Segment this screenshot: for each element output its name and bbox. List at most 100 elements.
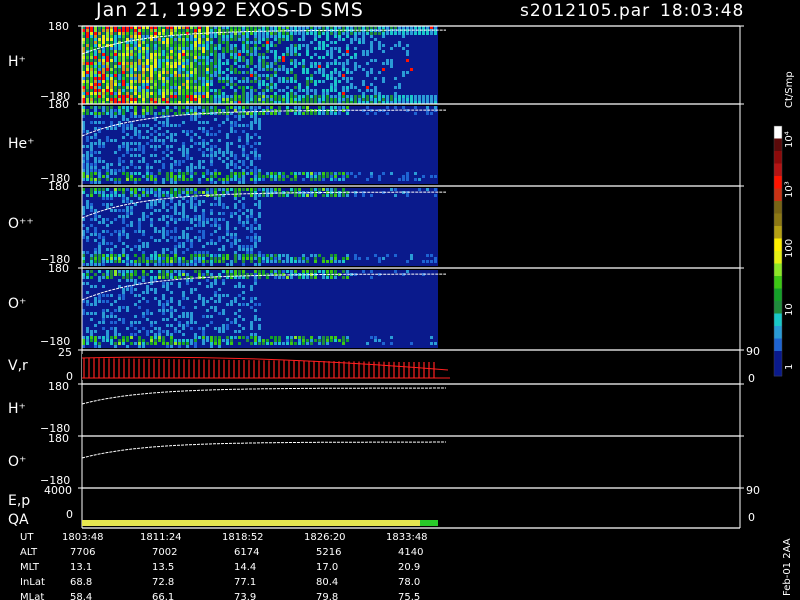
- heatmap-cell: [242, 98, 245, 101]
- heatmap-cell: [274, 59, 277, 62]
- heatmap-cell: [130, 288, 133, 291]
- heatmap-cell: [330, 83, 333, 86]
- heatmap-cell: [118, 86, 121, 89]
- heatmap-cell: [98, 321, 101, 324]
- heatmap-cell: [290, 62, 293, 65]
- heatmap-cell: [114, 321, 117, 324]
- heatmap-cell: [342, 194, 345, 197]
- heatmap-cell: [370, 41, 373, 44]
- heatmap-cell: [254, 77, 257, 80]
- heatmap-cell: [302, 106, 305, 109]
- heatmap-cell: [374, 336, 377, 339]
- heatmap-cell: [254, 32, 257, 35]
- heatmap-cell: [202, 47, 205, 50]
- heatmap-cell: [322, 112, 325, 115]
- heatmap-cell: [170, 166, 173, 169]
- heatmap-cell: [250, 321, 253, 324]
- heatmap-cell: [194, 342, 197, 345]
- heatmap-cell: [198, 29, 201, 32]
- heatmap-cell: [178, 163, 181, 166]
- heatmap-cell: [290, 98, 293, 101]
- heatmap-cell: [206, 44, 209, 47]
- heatmap-cell: [190, 50, 193, 53]
- heatmap-cell: [90, 233, 93, 236]
- heatmap-cell: [238, 50, 241, 53]
- heatmap-cell: [158, 74, 161, 77]
- heatmap-cell: [214, 300, 217, 303]
- heatmap-cell: [126, 124, 129, 127]
- heatmap-cell: [290, 257, 293, 260]
- heatmap-cell: [154, 38, 157, 41]
- heatmap-cell: [234, 157, 237, 160]
- heatmap-cell: [150, 80, 153, 83]
- heatmap-cell: [306, 80, 309, 83]
- heatmap-cell: [182, 160, 185, 163]
- colorbar-swatch: [774, 351, 782, 364]
- heatmap-cell: [250, 50, 253, 53]
- heatmap-cell: [222, 80, 225, 83]
- heatmap-cell: [118, 254, 121, 257]
- heatmap-cell: [270, 50, 273, 53]
- heatmap-cell: [134, 342, 137, 345]
- heatmap-cell: [238, 270, 241, 273]
- heatmap-cell: [218, 254, 221, 257]
- heatmap-cell: [282, 270, 285, 273]
- heatmap-cell: [270, 65, 273, 68]
- heatmap-cell: [98, 276, 101, 279]
- heatmap-cell: [298, 47, 301, 50]
- heatmap-cell: [138, 224, 141, 227]
- heatmap-cell: [258, 106, 261, 109]
- heatmap-cell: [194, 71, 197, 74]
- heatmap-cell: [314, 89, 317, 92]
- heatmap-cell: [350, 71, 353, 74]
- heatmap-cell: [374, 59, 377, 62]
- heatmap-cell: [106, 203, 109, 206]
- heatmap-cell: [266, 339, 269, 342]
- heatmap-cell: [198, 260, 201, 263]
- heatmap-cell: [102, 53, 105, 56]
- heatmap-cell: [118, 47, 121, 50]
- heatmap-cell: [182, 62, 185, 65]
- heatmap-cell: [142, 32, 145, 35]
- heatmap-cell: [86, 336, 89, 339]
- heatmap-cell: [258, 270, 261, 273]
- heatmap-cell: [114, 32, 117, 35]
- heatmap-cell: [178, 68, 181, 71]
- heatmap-cell: [310, 342, 313, 345]
- alt-4: 4140: [398, 547, 423, 558]
- heatmap-cell: [226, 294, 229, 297]
- heatmap-cell: [250, 136, 253, 139]
- heatmap-cell: [178, 273, 181, 276]
- heatmap-cell: [138, 32, 141, 35]
- heatmap-cell: [118, 50, 121, 53]
- heatmap-cell: [206, 251, 209, 254]
- heatmap-cell: [114, 257, 117, 260]
- heatmap-cell: [114, 209, 117, 212]
- heatmap-cell: [258, 68, 261, 71]
- heatmap-cell: [294, 270, 297, 273]
- heatmap-cell: [238, 218, 241, 221]
- heatmap-cell: [126, 56, 129, 59]
- heatmap-cell: [230, 121, 233, 124]
- heatmap-cell: [226, 77, 229, 80]
- heatmap-cell: [194, 95, 197, 98]
- heatmap-cell: [162, 74, 165, 77]
- heatmap-cell: [154, 139, 157, 142]
- heatmap-cell: [326, 175, 329, 178]
- heatmap-cell: [326, 32, 329, 35]
- heatmap-cell: [118, 68, 121, 71]
- heatmap-cell: [114, 245, 117, 248]
- heatmap-cell: [106, 175, 109, 178]
- heatmap-cell: [294, 92, 297, 95]
- heatmap-cell: [146, 330, 149, 333]
- heatmap-cell: [222, 191, 225, 194]
- heatmap-cell: [162, 133, 165, 136]
- heatmap-cell: [102, 160, 105, 163]
- heatmap-cell: [186, 297, 189, 300]
- heatmap-cell: [246, 157, 249, 160]
- heatmap-cell: [190, 312, 193, 315]
- heatmap-cell: [362, 98, 365, 101]
- heatmap-cell: [250, 112, 253, 115]
- heatmap-cell: [346, 172, 349, 175]
- heatmap-cell: [142, 68, 145, 71]
